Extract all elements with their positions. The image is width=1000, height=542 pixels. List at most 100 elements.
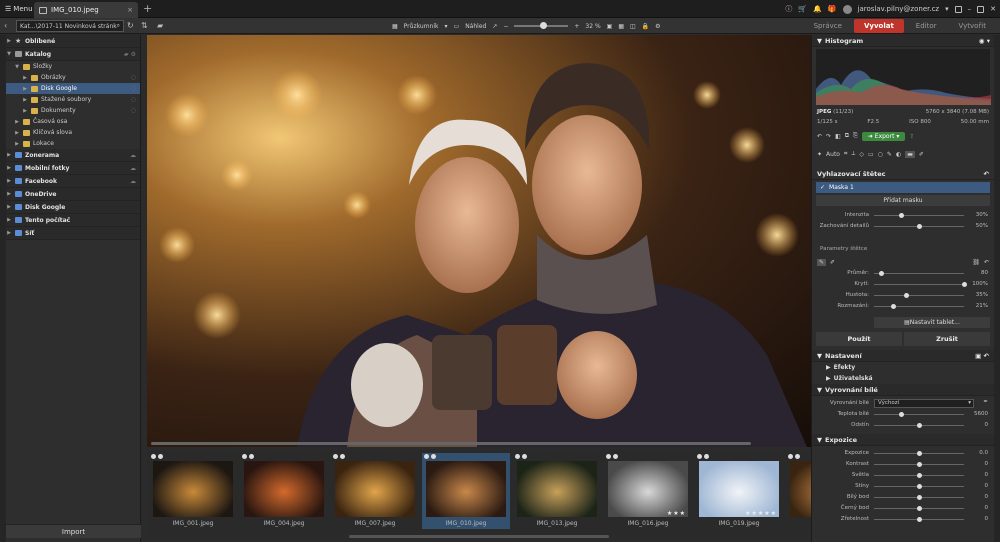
effects-item[interactable]: ▶ Efekty <box>812 362 994 373</box>
add-tab-button[interactable]: + <box>143 3 152 15</box>
slider-knob[interactable] <box>917 495 922 500</box>
tree-item[interactable]: ▶ Disk Google ◌ <box>6 83 140 94</box>
expand-icon[interactable]: ▶ <box>14 141 20 147</box>
zoom-knob[interactable] <box>539 22 547 29</box>
lock-icon[interactable]: 🔒 <box>642 23 649 30</box>
slider-knob[interactable] <box>917 473 922 478</box>
info-icon[interactable]: ⓘ <box>785 4 792 14</box>
mask-item[interactable]: ✓ Maska 1 <box>816 182 990 193</box>
tree-item[interactable]: ▶ Klíčová slova <box>6 127 140 138</box>
compare-icon[interactable]: ◧ <box>835 133 841 140</box>
minimize-icon[interactable]: – <box>968 5 972 13</box>
tree-item[interactable]: ▶ Obrázky ◌ <box>6 72 140 83</box>
refresh-icon[interactable]: ↻ <box>127 21 134 30</box>
expand-icon[interactable]: ▶ <box>14 130 20 136</box>
sync-icon[interactable]: ◌ <box>131 107 136 114</box>
magic-wand-icon[interactable]: ✦ <box>817 151 822 158</box>
slider-track[interactable] <box>874 423 964 428</box>
layout-icon[interactable] <box>954 5 962 13</box>
photo-scrollbar[interactable] <box>151 442 751 445</box>
browser-dropdown[interactable]: Průzkumník <box>404 23 439 30</box>
param-slider[interactable]: Expozice 0.0 <box>812 448 994 459</box>
avatar[interactable] <box>842 4 852 14</box>
sidebar-section[interactable]: ▶ Zonerama ☁ <box>6 149 140 162</box>
sync-icon[interactable]: ◌ <box>131 85 136 92</box>
add-mask-button[interactable]: Přidat masku <box>816 195 990 206</box>
brush-icon[interactable]: ✎ <box>887 151 892 158</box>
cancel-button[interactable]: Zrušit <box>904 332 990 346</box>
slider-track[interactable] <box>874 473 964 478</box>
tree-item[interactable]: ▶ Stažené soubory ◌ <box>6 94 140 105</box>
preview-icon[interactable]: ▭ <box>454 23 460 30</box>
compare-icon[interactable]: ◫ <box>630 23 636 30</box>
expand-icon[interactable]: ▶ <box>22 108 28 114</box>
settings-header[interactable]: ▼ Nastavení ▣ ↶ <box>812 350 994 362</box>
sort-icon[interactable]: ⇅ <box>141 21 148 30</box>
sidebar-section[interactable]: ▶ Síť <box>6 227 140 240</box>
bell-icon[interactable]: 🔔 <box>813 5 822 13</box>
expand-icon[interactable]: ▶ <box>826 375 831 382</box>
expand-icon[interactable]: ▶ <box>826 364 831 371</box>
filmstrip-thumbnail[interactable]: IMG_010.jpeg <box>422 453 510 529</box>
param-slider[interactable]: Krytí: 100% <box>812 279 994 290</box>
copy-icon[interactable]: ⧉ <box>845 132 849 140</box>
brush-add-icon[interactable]: ✎ <box>817 258 827 266</box>
eyedropper-icon[interactable]: ✒ <box>983 399 988 405</box>
slider-knob[interactable] <box>917 451 922 456</box>
chevron-down-icon[interactable]: ▾ <box>945 5 949 13</box>
auto-button[interactable]: Auto <box>826 151 840 158</box>
tree-item[interactable]: ▶ Lokace <box>6 138 140 149</box>
perspective-icon[interactable]: ◇ <box>859 151 864 158</box>
exposure-header[interactable]: ▼ Expozice <box>812 434 994 446</box>
tab-vytvorit[interactable]: Vytvořit <box>949 19 996 33</box>
close-window-icon[interactable]: ✕ <box>990 5 996 13</box>
sidebar-section[interactable]: ▶ Mobilní fotky ☁ <box>6 162 140 175</box>
undo-icon[interactable]: ↶ <box>817 133 822 140</box>
section-catalog[interactable]: ▼ Katalog ▰ ⚙ <box>6 48 140 61</box>
sidebar-section[interactable]: ▶ Disk Google <box>6 201 140 214</box>
tab-image[interactable]: IMG_010.jpeg × <box>34 2 138 18</box>
share-icon[interactable]: ⇪ <box>909 133 914 140</box>
slider-track[interactable] <box>874 224 964 229</box>
apply-button[interactable]: Použít <box>816 332 902 346</box>
filmstrip-thumbnail[interactable]: IMG_001.jpeg <box>149 453 237 529</box>
arrow-left-icon[interactable]: ‹ <box>4 21 7 30</box>
param-slider[interactable]: Zachování detailů 50% <box>812 221 994 232</box>
filmstrip-thumbnail[interactable]: ★★★★★ IMG_019.jpeg <box>695 453 783 529</box>
sidebar-section[interactable]: ▶ Facebook ☁ <box>6 175 140 188</box>
collapse-icon[interactable]: ▼ <box>6 51 12 57</box>
slider-track[interactable] <box>874 304 964 309</box>
reset-icon[interactable]: ↶ <box>984 259 989 266</box>
expand-icon[interactable]: ▶ <box>6 38 12 44</box>
param-slider[interactable]: Kontrast 0 <box>812 459 994 470</box>
paste-icon[interactable]: ⎘ <box>853 132 858 140</box>
wb-select[interactable]: Výchozí ▾ <box>874 399 974 408</box>
collapse-icon[interactable]: ▼ <box>817 436 822 444</box>
import-button[interactable]: Import <box>6 524 141 538</box>
param-slider[interactable]: Průměr: 80 <box>812 268 994 279</box>
reset-icon[interactable]: ↶ <box>984 170 989 178</box>
cart-icon[interactable]: 🛒 <box>798 5 807 13</box>
maximize-icon[interactable] <box>977 5 985 13</box>
expand-icon[interactable]: ▶ <box>6 191 12 197</box>
histogram-header[interactable]: ▼ Histogram ◉ ▾ <box>812 35 994 47</box>
expand-icon[interactable]: ▶ <box>14 119 20 125</box>
smooth-brush-icon[interactable]: ▬ <box>905 150 915 158</box>
straighten-icon[interactable]: ⟂ <box>851 150 855 158</box>
param-slider[interactable]: Světla 0 <box>812 470 994 481</box>
expand-icon[interactable]: ▶ <box>22 97 28 103</box>
tree-item[interactable]: ▼ Složky <box>6 61 140 72</box>
tree-item[interactable]: ▶ Dokumenty ◌ <box>6 105 140 116</box>
zoom-out-icon[interactable]: − <box>503 23 508 30</box>
slider-knob[interactable] <box>917 224 922 229</box>
sidebar-section[interactable]: ▶ OneDrive <box>6 188 140 201</box>
slider-knob[interactable] <box>917 423 922 428</box>
slider-knob[interactable] <box>899 412 904 417</box>
link-icon[interactable]: ⛓ <box>972 259 980 266</box>
slider-knob[interactable] <box>917 517 922 522</box>
save-preset-icon[interactable]: ▣ ↶ <box>975 352 989 360</box>
rect-mask-icon[interactable]: ▭ <box>868 151 874 158</box>
sidebar-section[interactable]: ▶ Tento počítač <box>6 214 140 227</box>
slider-track[interactable] <box>874 293 964 298</box>
filmstrip-thumbnail[interactable]: IMG_013.jpeg <box>513 453 601 529</box>
